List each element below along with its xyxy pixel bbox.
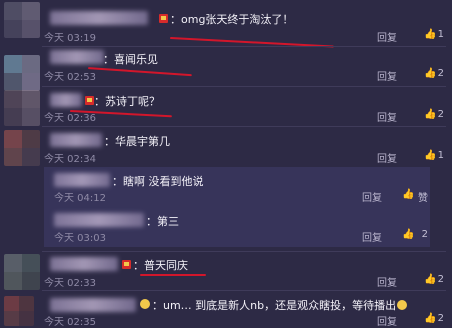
comment-text: ：瞎啊 没看到他说 [112,175,204,188]
reply-button[interactable]: 回复 [377,109,397,124]
like-count: 2 [437,68,444,79]
comment-time: 今天 03:19 [44,33,96,44]
comment-text: ：第三 [146,215,179,228]
laughing-emoji-icon [140,299,150,309]
reply-button[interactable]: 回复 [377,313,397,328]
comment-text: ：喜闻乐见 [103,53,158,66]
thumbs-up-icon[interactable]: 👍 [424,30,436,40]
vip-crown-icon [159,14,168,23]
username[interactable] [50,11,148,25]
comment-text: ：um… 到底是新人nb，还是观众瞎投，等待播出 [152,297,408,313]
divider [42,46,446,47]
comment-time: 今天 02:34 [44,154,96,165]
reply-button[interactable]: 回复 [377,29,397,44]
like-count: 2 [437,109,444,120]
avatar[interactable] [4,130,40,166]
username[interactable] [50,133,102,147]
username[interactable] [50,298,136,312]
like-count: 1 [437,29,444,40]
avatar[interactable] [4,90,40,126]
highlight-underline [87,67,192,77]
username[interactable] [50,50,104,64]
comment-text: ：华晨宇第几 [104,135,170,148]
like-count: 1 [437,150,444,161]
like-count: 2 [437,313,444,324]
vip-crown-icon [122,260,131,269]
reply-button[interactable]: 回复 [362,229,382,244]
comment-text: ：苏诗丁呢？ [94,95,160,108]
reply-button[interactable]: 回复 [362,189,382,204]
avatar[interactable] [4,2,40,38]
highlight-underline [140,274,206,276]
comment-time: 今天 04:12 [54,193,106,204]
thumbs-up-icon[interactable]: 👍 [424,314,436,324]
thumbs-up-icon[interactable]: 👍 [424,151,436,161]
reply-button[interactable]: 回复 [377,274,397,289]
comment-time: 今天 03:03 [54,233,106,244]
laughing-emoji-icon [397,300,408,310]
reply-button[interactable]: 回复 [377,150,397,165]
avatar[interactable] [4,296,34,326]
comment-text: ：omg张天终于淘汰了！ [170,13,294,26]
divider [42,251,446,252]
comment-time: 今天 02:35 [44,317,96,328]
like-count: 赞 [418,193,428,204]
divider [42,86,446,87]
thumbs-up-icon[interactable]: 👍 [424,69,436,79]
comment-time: 今天 02:33 [44,278,96,289]
divider [42,126,446,127]
comment-text: ：普天同庆 [133,259,188,272]
thumbs-up-icon[interactable]: 👍 [424,275,436,285]
username[interactable] [50,257,118,271]
comment-time: 今天 02:53 [44,72,96,83]
thumbs-up-icon[interactable]: 👍 [402,190,414,200]
thumbs-up-icon[interactable]: 👍 [402,230,414,240]
username[interactable] [54,173,110,187]
thumbs-up-icon[interactable]: 👍 [424,110,436,120]
like-count: 2 [437,274,444,285]
like-count: 2 [421,229,428,240]
username[interactable] [50,93,82,107]
vip-crown-icon [85,96,94,105]
avatar[interactable] [4,55,40,91]
username[interactable] [54,213,144,227]
avatar[interactable] [4,254,40,290]
divider [42,290,446,291]
reply-button[interactable]: 回复 [377,68,397,83]
